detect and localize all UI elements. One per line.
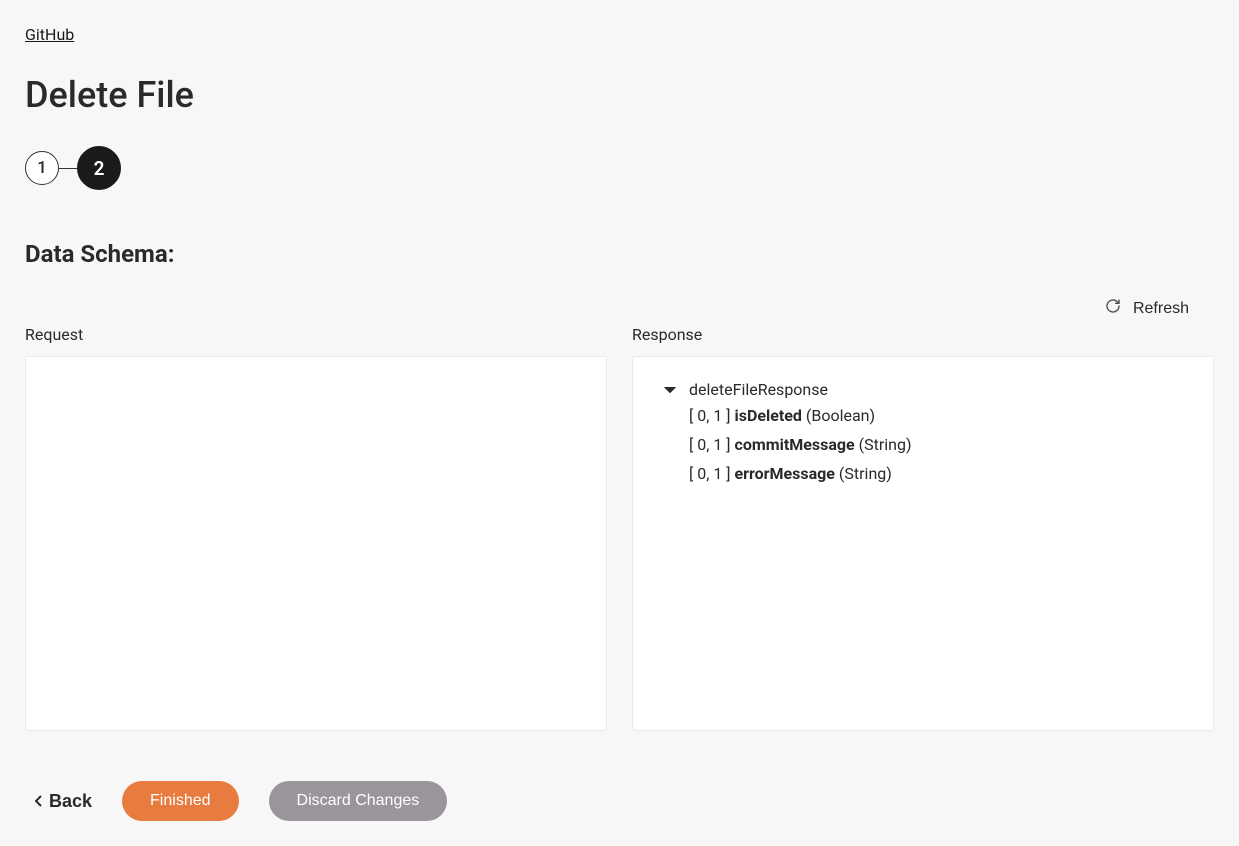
field-name: commitMessage bbox=[735, 435, 855, 454]
request-panel bbox=[25, 356, 607, 731]
field-type: (String) bbox=[855, 435, 912, 454]
finished-button[interactable]: Finished bbox=[122, 781, 238, 821]
stepper: 1 2 bbox=[25, 146, 1214, 190]
breadcrumb-link[interactable]: GitHub bbox=[25, 25, 74, 44]
response-panel: deleteFileResponse [ 0, 1 ] isDeleted (B… bbox=[632, 356, 1214, 731]
field-name: errorMessage bbox=[735, 464, 835, 483]
chevron-down-icon bbox=[663, 384, 677, 396]
step-connector bbox=[59, 168, 77, 169]
refresh-label: Refresh bbox=[1133, 300, 1189, 318]
field-type: (String) bbox=[835, 464, 892, 483]
field-name: isDeleted bbox=[735, 406, 802, 425]
response-label: Response bbox=[632, 325, 1214, 344]
discard-changes-button[interactable]: Discard Changes bbox=[269, 781, 448, 821]
data-schema-heading: Data Schema: bbox=[25, 240, 1214, 268]
chevron-left-icon bbox=[35, 795, 43, 807]
response-root-name: deleteFileResponse bbox=[689, 380, 828, 399]
back-button[interactable]: Back bbox=[35, 791, 92, 812]
response-field-row: [ 0, 1 ] errorMessage (String) bbox=[663, 460, 1183, 489]
page-title: Delete File bbox=[25, 74, 1214, 116]
field-cardinality: [ 0, 1 ] bbox=[689, 464, 735, 483]
response-field-row: [ 0, 1 ] isDeleted (Boolean) bbox=[663, 402, 1183, 431]
field-cardinality: [ 0, 1 ] bbox=[689, 406, 735, 425]
step-2[interactable]: 2 bbox=[77, 146, 121, 190]
response-root-row[interactable]: deleteFileResponse bbox=[663, 377, 1183, 402]
step-1[interactable]: 1 bbox=[25, 151, 59, 185]
request-label: Request bbox=[25, 325, 607, 344]
response-field-row: [ 0, 1 ] commitMessage (String) bbox=[663, 431, 1183, 460]
field-type: (Boolean) bbox=[802, 406, 875, 425]
refresh-button[interactable]: Refresh bbox=[1105, 298, 1189, 319]
back-label: Back bbox=[49, 791, 92, 812]
field-cardinality: [ 0, 1 ] bbox=[689, 435, 735, 454]
refresh-icon bbox=[1105, 298, 1121, 319]
